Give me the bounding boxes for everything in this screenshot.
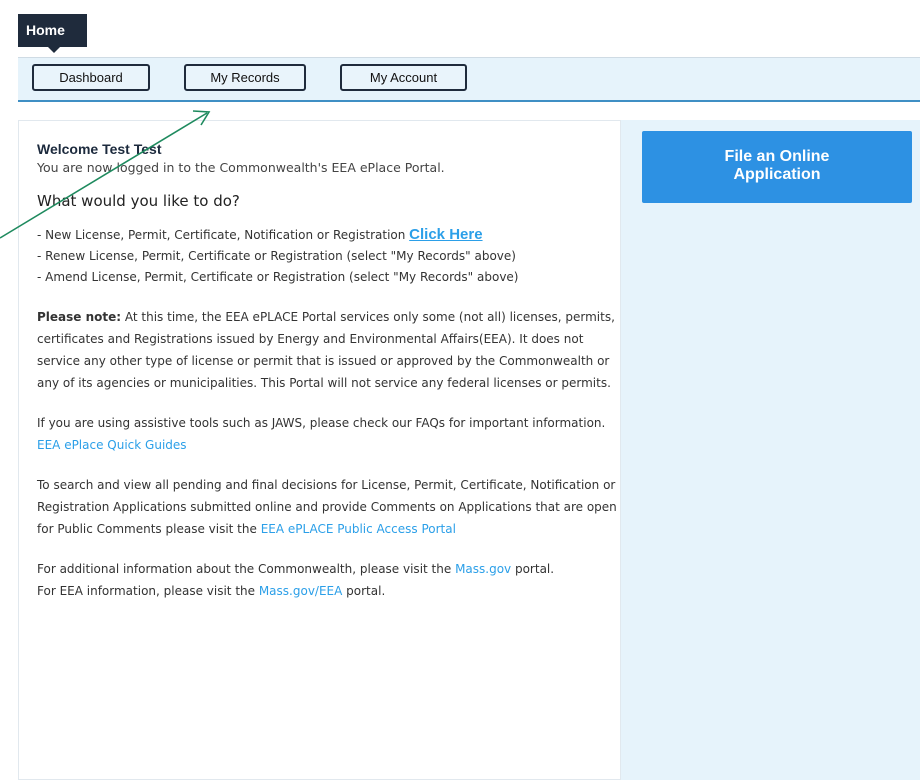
mass-gov-link[interactable]: Mass.gov (455, 562, 511, 576)
file-button-line-2: Application (733, 166, 821, 183)
click-here-link[interactable]: Click Here (409, 226, 482, 243)
my-account-button[interactable]: My Account (340, 64, 467, 91)
file-button-line-1: File an Online (724, 148, 830, 165)
assistive-paragraph: If you are using assistive tools such as… (37, 412, 617, 456)
side-panel (621, 120, 920, 780)
additional-text-2b: portal. (342, 584, 386, 598)
home-tab[interactable]: Home (18, 14, 87, 53)
search-paragraph: To search and view all pending and final… (37, 474, 617, 540)
dashboard-button[interactable]: Dashboard (32, 64, 150, 91)
welcome-content: Welcome Test Test You are now logged in … (37, 140, 617, 602)
logged-in-message: You are now logged in to the Commonwealt… (37, 160, 445, 175)
option-new-text: - New License, Permit, Certificate, Noti… (37, 228, 410, 242)
note-paragraph: Please note: At this time, the EEA ePLAC… (37, 306, 617, 394)
assistive-text: If you are using assistive tools such as… (37, 416, 606, 430)
additional-info-line-1: For additional information about the Com… (37, 558, 617, 580)
my-records-button[interactable]: My Records (184, 64, 306, 91)
quick-guides-link[interactable]: EEA ePlace Quick Guides (37, 438, 187, 452)
note-label: Please note: (37, 310, 122, 324)
option-renew: - Renew License, Permit, Certificate or … (37, 249, 516, 263)
mass-gov-eea-link[interactable]: Mass.gov/EEA (259, 584, 343, 598)
note-text: At this time, the EEA ePLACE Portal serv… (37, 310, 615, 390)
nav-bar: Dashboard My Records My Account (18, 58, 920, 102)
additional-info-paragraph: For additional information about the Com… (37, 558, 617, 602)
public-access-portal-link[interactable]: EEA ePLACE Public Access Portal (261, 522, 456, 536)
additional-text-1b: portal. (511, 562, 555, 576)
question-heading: What would you like to do? (37, 192, 240, 210)
file-online-application-button[interactable]: File an Online Application (642, 131, 912, 203)
option-new: - New License, Permit, Certificate, Noti… (37, 224, 617, 246)
additional-text-2: For EEA information, please visit the (37, 584, 259, 598)
additional-info-line-2: For EEA information, please visit the Ma… (37, 580, 617, 602)
additional-text-1: For additional information about the Com… (37, 562, 456, 576)
option-amend: - Amend License, Permit, Certificate or … (37, 270, 519, 284)
options-list: - New License, Permit, Certificate, Noti… (37, 224, 617, 288)
welcome-title: Welcome Test Test (37, 141, 162, 157)
